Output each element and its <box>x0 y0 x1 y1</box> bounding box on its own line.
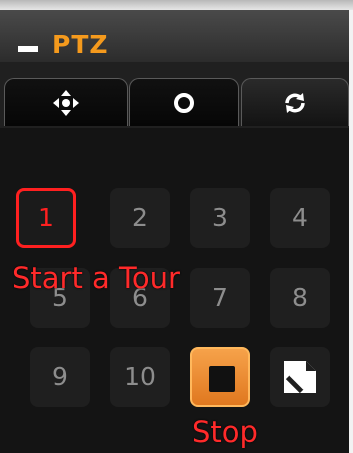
tab-tour[interactable] <box>241 78 349 126</box>
tour-button-4[interactable]: 4 <box>270 188 330 248</box>
tour-button-8[interactable]: 8 <box>270 268 330 328</box>
start-tour-annotation: Start a Tour <box>12 261 180 295</box>
panel-edge <box>349 0 353 453</box>
tour-button-9[interactable]: 9 <box>30 347 90 407</box>
move-arrows-icon <box>53 89 79 116</box>
stop-tour-button[interactable] <box>190 347 250 407</box>
refresh-cycle-icon <box>285 92 305 113</box>
tour-button-3[interactable]: 3 <box>190 188 250 248</box>
panel-title: PTZ <box>52 30 109 59</box>
stop-annotation: Stop <box>192 415 258 449</box>
tour-button-10[interactable]: 10 <box>110 347 170 407</box>
target-circle-icon <box>174 92 194 113</box>
edit-tour-button[interactable] <box>270 347 330 407</box>
tab-move[interactable] <box>4 78 128 126</box>
tour-button-2[interactable]: 2 <box>110 188 170 248</box>
tab-target[interactable] <box>129 78 239 126</box>
stop-icon <box>209 366 235 392</box>
tour-button-7[interactable]: 7 <box>190 268 250 328</box>
window-top-strip <box>0 0 353 10</box>
edit-page-icon <box>284 361 316 394</box>
collapse-icon[interactable] <box>18 46 38 52</box>
tour-button-1[interactable]: 1 <box>16 188 76 248</box>
